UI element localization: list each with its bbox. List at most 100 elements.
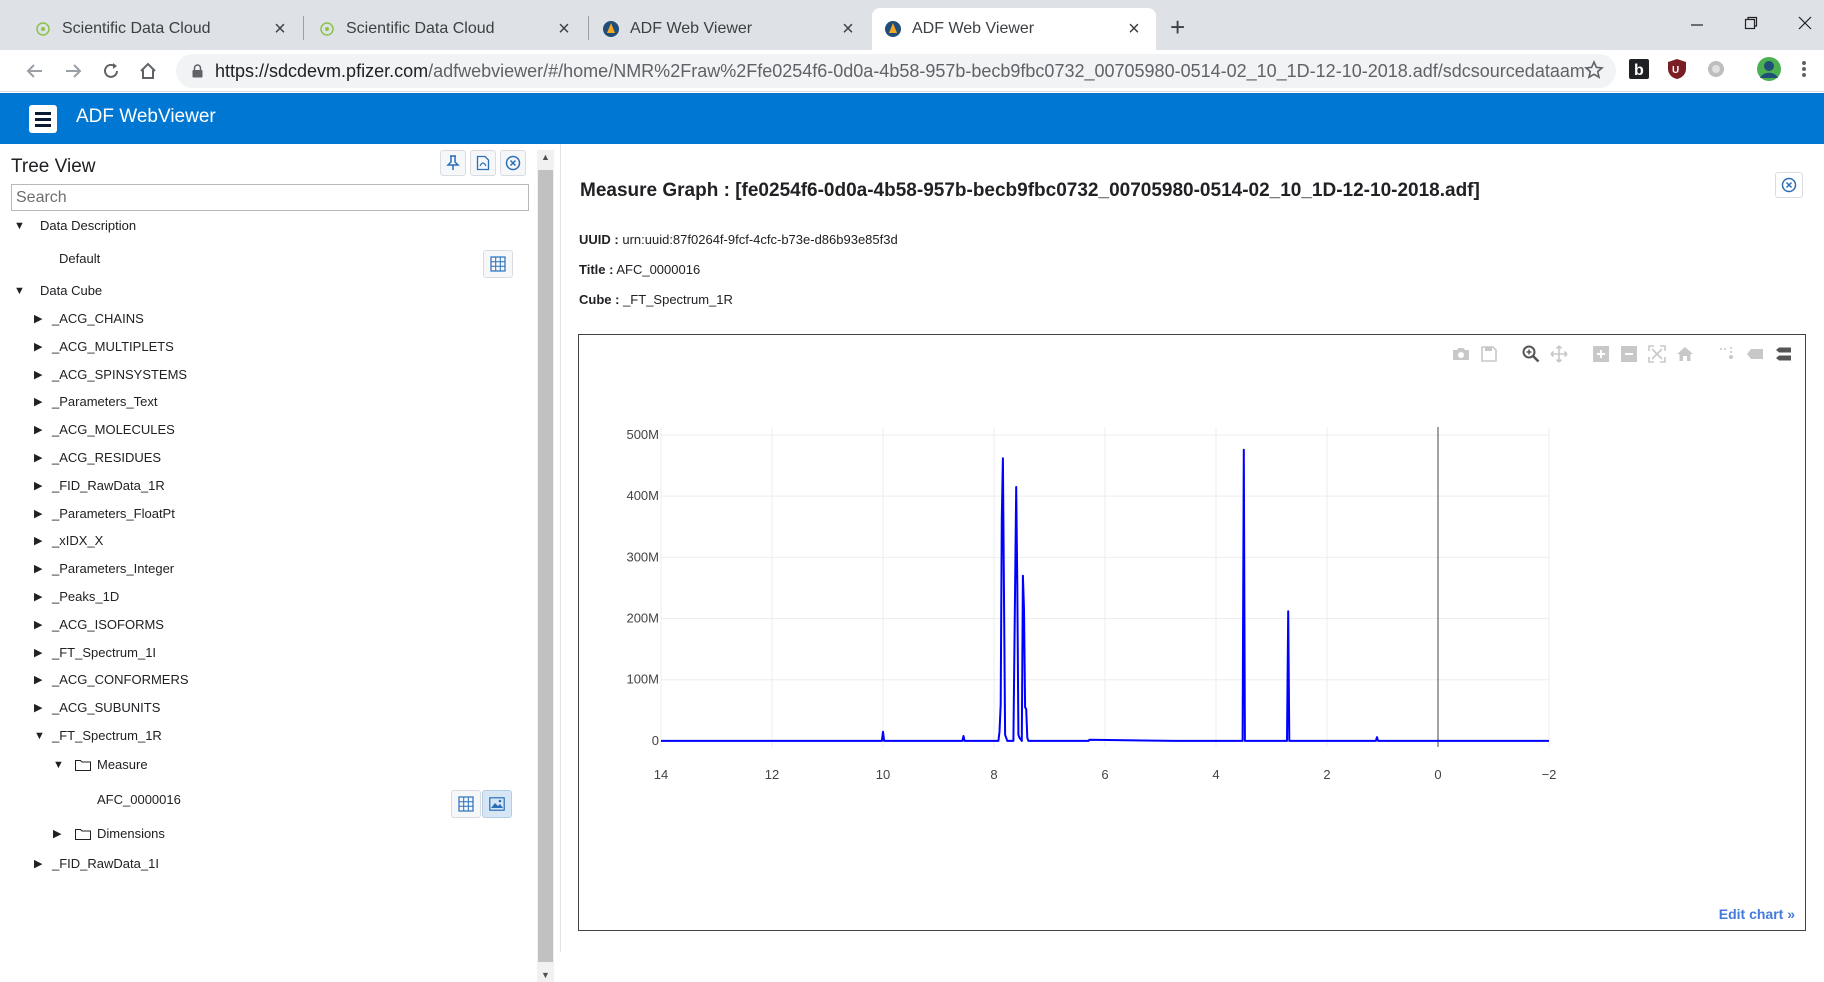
browser-menu-icon[interactable]: [1800, 58, 1808, 80]
tree-node-item[interactable]: ▶ _xIDX_X: [34, 533, 103, 548]
extension-shield-icon[interactable]: U: [1666, 58, 1688, 80]
tab-close-icon[interactable]: ×: [554, 18, 574, 41]
restore-icon[interactable]: [1744, 16, 1758, 30]
y-tick-label: 300M: [626, 549, 659, 564]
tree-node-item[interactable]: ▶ _Parameters_Integer: [34, 561, 174, 576]
tree-node-measure[interactable]: ▼ Measure: [53, 757, 148, 772]
window-close-icon[interactable]: [1798, 16, 1812, 30]
tree-node-item[interactable]: ▶ _Peaks_1D: [34, 589, 119, 604]
tree-node-label: _ACG_CHAINS: [52, 311, 144, 326]
forward-icon[interactable]: [64, 62, 82, 80]
browser-tab-1[interactable]: Scientific Data Cloud ×: [22, 8, 302, 50]
tree-node-label: Data Description: [40, 218, 137, 233]
tab-close-icon[interactable]: ×: [838, 18, 858, 41]
caret-right-icon[interactable]: ▶: [34, 395, 46, 408]
browser-tab-4-active[interactable]: ADF Web Viewer ×: [872, 8, 1156, 50]
close-circle-icon: [1781, 177, 1797, 193]
browser-tab-2[interactable]: Scientific Data Cloud ×: [306, 8, 586, 50]
measure-graph-button[interactable]: [482, 790, 512, 818]
svg-text:U: U: [1672, 65, 1679, 76]
x-tick-label: 14: [654, 767, 668, 782]
measure-table-button[interactable]: [451, 790, 481, 818]
tree-node-item[interactable]: ▶ _ACG_SUBUNITS: [34, 700, 160, 715]
caret-right-icon[interactable]: ▶: [34, 701, 46, 714]
tree-node-label: _FT_Spectrum_1R: [52, 728, 162, 743]
edit-chart-link[interactable]: Edit chart »: [1719, 906, 1795, 922]
caret-right-icon[interactable]: ▶: [34, 534, 46, 547]
caret-down-icon[interactable]: ▼: [34, 730, 46, 742]
pin-button[interactable]: [440, 150, 466, 176]
caret-right-icon[interactable]: ▶: [34, 507, 46, 520]
caret-right-icon[interactable]: ▶: [53, 827, 65, 840]
tree-node-item[interactable]: ▶ _ACG_RESIDUES: [34, 450, 161, 465]
close-graph-button[interactable]: [1775, 172, 1803, 198]
tree-node-item[interactable]: ▶ _ACG_MOLECULES: [34, 422, 175, 437]
tree-node-item[interactable]: ▶ _ACG_ISOFORMS: [34, 617, 164, 632]
cube-row: Cube : _FT_Spectrum_1R: [579, 292, 733, 307]
caret-right-icon[interactable]: ▶: [34, 646, 46, 659]
tree-node-item[interactable]: ▶ _Parameters_FloatPt: [34, 506, 175, 521]
tree-node-fid-rawdata-1i[interactable]: ▶ _FID_RawData_1I: [34, 856, 159, 871]
tree-node-data-cube[interactable]: ▼ Data Cube: [14, 283, 102, 298]
y-tick-label: 400M: [626, 488, 659, 503]
tree-node-item[interactable]: ▶ _Parameters_Text: [34, 394, 158, 409]
default-table-button[interactable]: [483, 250, 513, 278]
caret-right-icon[interactable]: ▶: [34, 857, 46, 870]
tree-view-panel: Tree View ▼ Data Description Default ▼ D…: [0, 144, 545, 982]
new-tab-button[interactable]: +: [1170, 12, 1185, 43]
tree-node-item[interactable]: ▶ _ACG_MULTIPLETS: [34, 339, 174, 354]
scroll-down-icon[interactable]: ▼: [541, 970, 550, 980]
extension-circle-icon[interactable]: [1705, 58, 1727, 80]
image-icon: [489, 797, 505, 811]
pdf-button[interactable]: [470, 150, 496, 176]
scroll-up-icon[interactable]: ▲: [541, 152, 550, 162]
tree-node-label: _ACG_CONFORMERS: [52, 672, 189, 688]
tree-node-item[interactable]: ▶ _FT_Spectrum_1I: [34, 645, 156, 660]
caret-right-icon[interactable]: ▶: [34, 312, 46, 325]
tree-node-item[interactable]: ▶ _ACG_CHAINS: [34, 311, 144, 326]
caret-right-icon[interactable]: ▶: [34, 479, 46, 492]
tree-node-dimensions[interactable]: ▶ Dimensions: [53, 826, 165, 841]
caret-right-icon[interactable]: ▶: [34, 673, 46, 686]
tab-close-icon[interactable]: ×: [1124, 18, 1144, 41]
reload-icon[interactable]: [102, 62, 120, 80]
caret-right-icon[interactable]: ▶: [34, 590, 46, 603]
app-title: ADF WebViewer: [76, 106, 216, 127]
tree-search-input[interactable]: [11, 184, 529, 211]
tab-title: ADF Web Viewer: [630, 20, 753, 37]
caret-right-icon[interactable]: ▶: [34, 451, 46, 464]
tree-node-item[interactable]: ▶ _ACG_CONFORMERS: [34, 672, 189, 687]
caret-down-icon[interactable]: ▼: [14, 220, 26, 232]
spectrum-chart[interactable]: 14 12 10 8 6 4 2 0 −2 0 100M 200M 300M 400M 500M: [579, 335, 1805, 930]
extension-b-icon[interactable]: b: [1628, 58, 1650, 80]
scrollbar-thumb[interactable]: [538, 170, 553, 962]
tree-node-item[interactable]: ▶ _FID_RawData_1R: [34, 478, 165, 493]
close-tree-button[interactable]: [500, 150, 526, 176]
tree-scrollbar[interactable]: ▲ ▼: [537, 150, 554, 982]
tree-node-default[interactable]: Default: [59, 251, 100, 266]
browser-tab-3[interactable]: ADF Web Viewer ×: [590, 8, 870, 50]
address-bar[interactable]: https://sdcdevm.pfizer.com/adfwebviewer/…: [176, 54, 1616, 88]
tab-close-icon[interactable]: ×: [270, 18, 290, 41]
tree-node-item[interactable]: ▶ _ACG_SPINSYSTEMS: [34, 367, 187, 382]
profile-avatar-icon[interactable]: [1756, 56, 1782, 82]
back-icon[interactable]: [26, 62, 44, 80]
x-tick-label: 4: [1212, 767, 1219, 782]
caret-right-icon[interactable]: ▶: [34, 368, 46, 381]
caret-right-icon[interactable]: ▶: [34, 423, 46, 436]
caret-down-icon[interactable]: ▼: [14, 285, 26, 297]
home-icon[interactable]: [138, 61, 158, 81]
minimize-icon[interactable]: [1690, 18, 1704, 32]
tree-node-data-description[interactable]: ▼ Data Description: [14, 218, 136, 233]
y-tick-label: 0: [652, 733, 659, 748]
x-tick-label: 10: [876, 767, 890, 782]
tree-node-ft-spectrum-1r[interactable]: ▼ _FT_Spectrum_1R: [34, 728, 162, 743]
hamburger-menu-icon[interactable]: [29, 105, 57, 133]
caret-right-icon[interactable]: ▶: [34, 562, 46, 575]
caret-right-icon[interactable]: ▶: [34, 340, 46, 353]
caret-down-icon[interactable]: ▼: [53, 759, 65, 771]
tree-node-measure-leaf[interactable]: AFC_0000016: [97, 792, 181, 807]
caret-right-icon[interactable]: ▶: [34, 618, 46, 631]
bookmark-star-icon[interactable]: [1584, 60, 1604, 80]
tree-node-label: _ACG_MULTIPLETS: [52, 338, 174, 354]
